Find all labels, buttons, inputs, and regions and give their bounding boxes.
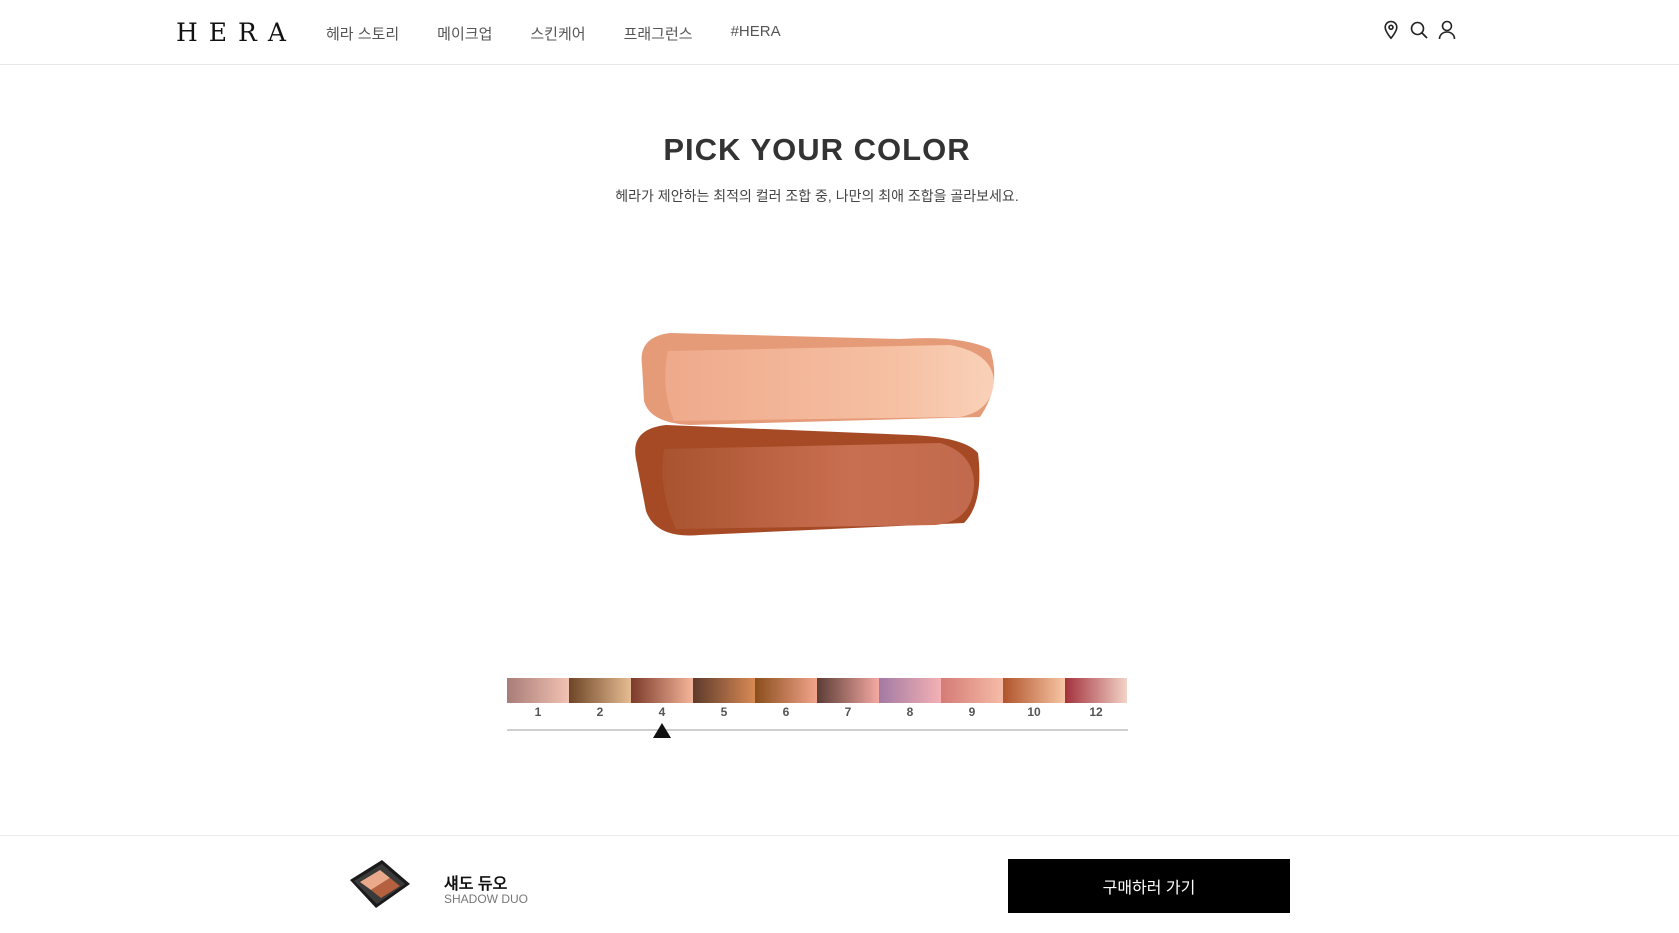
product-thumbnail [350,860,410,908]
search-icon[interactable] [1410,20,1428,40]
color-chip[interactable]: 1 [507,678,569,719]
buy-button[interactable]: 구매하러 가기 [1008,859,1290,913]
product-name: 섀도 듀오 [444,876,508,893]
header-icons [1382,20,1456,40]
color-chip[interactable]: 2 [569,678,631,719]
picker-track [507,729,1128,731]
color-chip-number: 12 [1089,705,1103,719]
color-chip[interactable]: 12 [1065,678,1127,719]
location-pin-icon[interactable] [1382,20,1400,40]
color-chip-number: 4 [658,705,666,719]
nav-item-hashtag-hera[interactable]: #HERA [731,23,781,44]
color-chip-number: 8 [906,705,914,719]
color-chip[interactable]: 8 [879,678,941,719]
hera-logo[interactable]: HERA [176,18,297,47]
color-chip-number: 1 [534,705,542,719]
color-picker: 1 2 4 5 6 7 8 9 10 12 [507,678,1128,748]
color-chip[interactable]: 7 [817,678,879,719]
color-chip-list: 1 2 4 5 6 7 8 9 10 12 [507,678,1127,719]
nav-item-skincare[interactable]: 스킨케어 [530,23,585,44]
page-subtitle: 헤라가 제안하는 최적의 컬러 조합 중, 나만의 최애 조합을 골라보세요. [615,188,1019,204]
color-chip[interactable]: 4 [631,678,693,719]
product-bar: 섀도 듀오 SHADOW DUO 구매하러 가기 [0,835,1679,933]
header: HERA 헤라 스토리 메이크업 스킨케어 프래그런스 #HERA [0,0,1679,65]
color-chip[interactable]: 5 [693,678,755,719]
product-subname: SHADOW DUO [444,892,528,906]
color-chip[interactable]: 9 [941,678,1003,719]
color-chip-number: 5 [720,705,728,719]
nav-item-hera-story[interactable]: 헤라 스토리 [326,23,399,44]
nav-item-fragrance[interactable]: 프래그런스 [624,23,693,44]
page-title: PICK YOUR COLOR [663,132,971,167]
selected-indicator-arrow-icon[interactable] [653,723,671,738]
user-icon[interactable] [1438,20,1456,40]
color-chip-number: 6 [782,705,790,719]
color-chip[interactable]: 10 [1003,678,1065,719]
color-chip-number: 10 [1027,705,1041,719]
color-chip-number: 9 [968,705,976,719]
color-chip[interactable]: 6 [755,678,817,719]
color-chip-number: 2 [596,705,604,719]
color-chip-number: 7 [844,705,852,719]
main-nav: 헤라 스토리 메이크업 스킨케어 프래그런스 #HERA [326,23,819,44]
nav-item-makeup[interactable]: 메이크업 [437,23,492,44]
eyeshadow-swatch-image [635,333,995,536]
